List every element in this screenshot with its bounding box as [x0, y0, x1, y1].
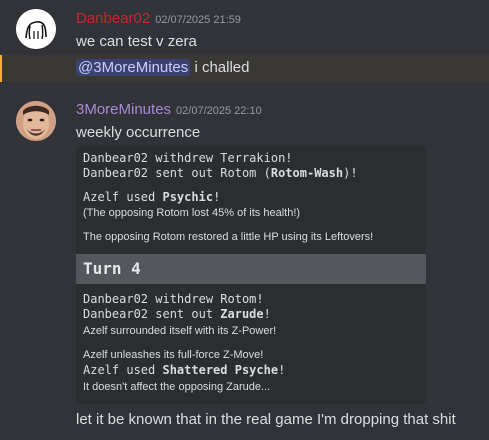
battle-line: The opposing Rotom restored a little HP … [83, 231, 374, 243]
mention-message: @3MoreMinutes i challed [0, 55, 489, 82]
battle-pokemon-name: Zarude [220, 307, 264, 321]
turn-header: Turn 4 [76, 254, 426, 284]
battle-line: Azelf used Psychic! [83, 190, 220, 204]
battle-line: Danbear02 withdrew Terrakion! [83, 151, 293, 165]
message-header: 3MoreMinutes 02/07/2025 22:10 [76, 101, 262, 119]
battle-line: It doesn't affect the opposing Zarude... [83, 381, 271, 393]
battle-pokemon-name: Rotom-Wash [270, 166, 344, 180]
message-header: Danbear02 02/07/2025 21:59 [76, 10, 241, 28]
battle-line: (The opposing Rotom lost 45% of its heal… [83, 207, 301, 219]
battle-text: Danbear02 sent out Rotom ( [83, 166, 271, 180]
username[interactable]: Danbear02 [76, 10, 150, 27]
battle-line: Azelf used Shattered Psyche! [83, 363, 285, 377]
message-group-danbear: Danbear02 02/07/2025 21:59 we can test v … [0, 0, 489, 58]
battle-text: )! [343, 166, 358, 180]
message-text-rest: i challed [190, 59, 250, 76]
timestamp: 02/07/2025 21:59 [155, 14, 241, 26]
message-text: weekly occurrence [76, 124, 201, 141]
battle-line: Danbear02 sent out Rotom (Rotom-Wash)! [83, 166, 358, 180]
avatar[interactable] [16, 101, 56, 141]
message-text: let it be known that in the real game I'… [76, 411, 456, 428]
user-mention[interactable]: @3MoreMinutes [76, 59, 191, 76]
turn-label: Turn 4 [83, 259, 141, 278]
battle-text: ! [263, 307, 271, 321]
battle-text: ! [278, 363, 286, 377]
message-text: @3MoreMinutes i challed [76, 59, 249, 76]
battle-line: Azelf unleashes its full-force Z-Move! [83, 349, 264, 361]
avatar[interactable] [16, 9, 56, 49]
battle-line: Azelf surrounded itself with its Z-Power… [83, 325, 277, 337]
mention-highlight-bar [0, 55, 2, 82]
battle-move-name: Shattered Psyche [162, 363, 279, 377]
battle-line: Danbear02 sent out Zarude! [83, 307, 271, 321]
avatar-drawing [16, 9, 56, 49]
battle-text: ! [213, 190, 221, 204]
battle-text: Danbear02 sent out [83, 307, 221, 321]
avatar-drawing [16, 101, 56, 141]
battle-text: Azelf used [83, 190, 163, 204]
battle-text: Azelf used [83, 363, 163, 377]
timestamp: 02/07/2025 22:10 [176, 105, 262, 117]
username[interactable]: 3MoreMinutes [76, 101, 171, 118]
battle-log-embed: Danbear02 withdrew Terrakion! Danbear02 … [76, 146, 426, 404]
battle-move-name: Psychic [162, 190, 214, 204]
battle-line: Danbear02 withdrew Rotom! [83, 292, 264, 306]
message-text: we can test v zera [76, 33, 197, 50]
chat-view: Danbear02 02/07/2025 21:59 we can test v … [0, 0, 489, 440]
